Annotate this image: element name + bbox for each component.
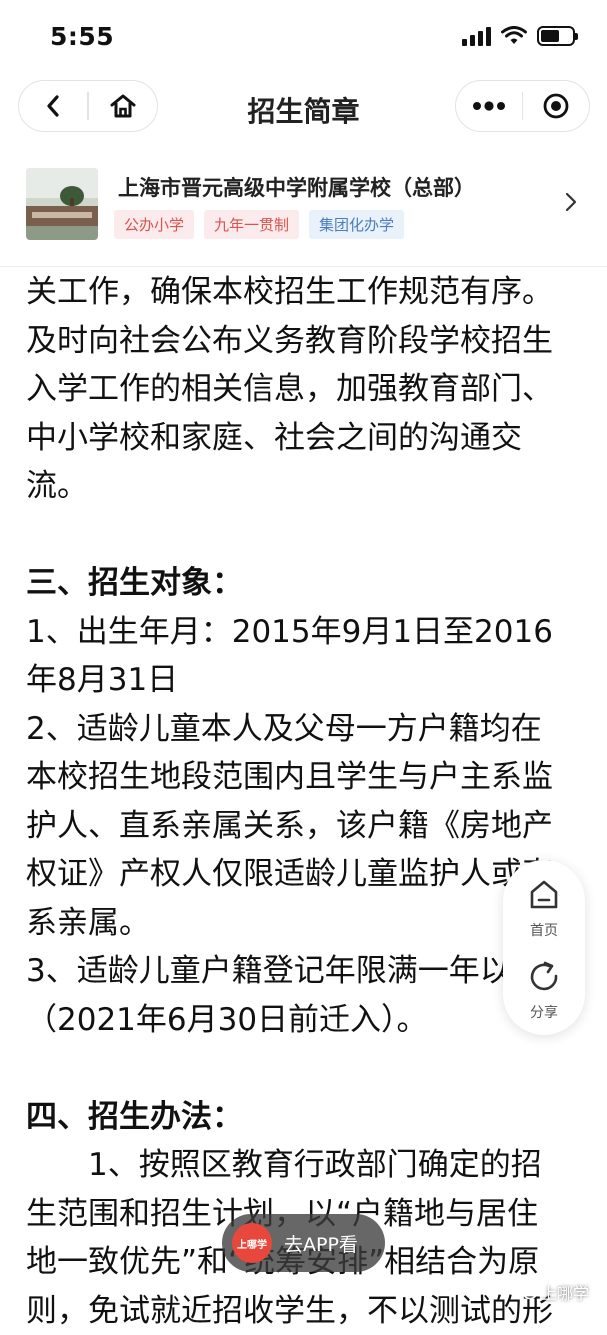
article-line: 中小学校和家庭、社会之间的沟通交 — [26, 414, 582, 463]
back-button[interactable] — [19, 81, 87, 131]
chevron-right-icon — [565, 192, 577, 212]
article-line: 入学工作的相关信息，加强教育部门、 — [26, 365, 582, 414]
float-home-label: 首页 — [503, 920, 585, 940]
floating-action-bar: 首页 分享 — [503, 860, 585, 1035]
target-circle-icon — [542, 92, 570, 120]
article-line: 流。 — [26, 462, 582, 511]
status-bar: 5:55 — [0, 0, 607, 78]
float-share-button[interactable]: 分享 — [503, 960, 585, 1022]
watermark: 上哪学 — [517, 1280, 589, 1304]
float-home-button[interactable]: 首页 — [503, 878, 585, 940]
article-line: 护人、直系亲属关系，该户籍《房地产 — [26, 802, 582, 851]
float-share-label: 分享 — [503, 1002, 585, 1022]
open-app-button[interactable]: 上哪学 去APP看 — [222, 1214, 385, 1272]
watermark-text: 上哪学 — [541, 1280, 589, 1304]
nav-right-capsule — [455, 80, 590, 132]
wifi-icon — [501, 26, 527, 46]
article-line: 本校招生地段范围内且学生与户主系监 — [26, 753, 582, 802]
nav-left-capsule — [18, 80, 158, 132]
home-icon — [109, 93, 137, 119]
chevron-left-icon — [45, 94, 61, 118]
article-line: 1、按照区教育行政部门确定的招 — [26, 1141, 582, 1190]
tag-group: 集团化办学 — [309, 210, 404, 239]
section-heading: 三、招生对象： — [26, 559, 582, 608]
article-line: 1、出生年月：2015年9月1日至2016 — [26, 608, 582, 657]
wechat-icon — [517, 1283, 537, 1301]
article-line: 系亲属。 — [26, 899, 582, 948]
more-dots-icon — [472, 101, 506, 111]
school-card[interactable]: 上海市晋元高级中学附属学校（总部） 公办小学 九年一贯制 集团化办学 — [0, 160, 607, 267]
share-icon — [527, 960, 561, 994]
article-line: 关工作，确保本校招生工作规范有序。 — [26, 268, 582, 317]
tag-system: 九年一贯制 — [204, 210, 299, 239]
article-line: 则，免试就近招收学生，不以测试的形 — [26, 1287, 582, 1335]
school-photo — [26, 168, 98, 240]
cellular-signal-icon — [462, 26, 491, 46]
section-heading: 四、招生办法： — [26, 1093, 582, 1142]
close-miniprogram-button[interactable] — [523, 81, 589, 131]
article-line: 年8月31日 — [26, 656, 582, 705]
battery-icon — [537, 26, 575, 46]
article-line: （2021年6月30日前迁入）。 — [26, 996, 582, 1045]
nav-bar: 招生简章 — [0, 80, 607, 136]
home-button[interactable] — [89, 81, 157, 131]
article-body: 关工作，确保本校招生工作规范有序。 及时向社会公布义务教育阶段学校招生 入学工作… — [26, 268, 582, 1335]
article-line: 2、适龄儿童本人及父母一方户籍均在 — [26, 705, 582, 754]
school-name: 上海市晋元高级中学附属学校（总部） — [118, 172, 475, 202]
tag-school-type: 公办小学 — [114, 210, 194, 239]
open-app-label: 去APP看 — [284, 1230, 358, 1257]
more-button[interactable] — [456, 81, 522, 131]
status-icons — [462, 26, 575, 46]
article-line: 3、适龄儿童户籍登记年限满一年以上 — [26, 947, 582, 996]
home-outline-icon — [527, 878, 561, 912]
status-time: 5:55 — [50, 22, 114, 51]
school-tags: 公办小学 九年一贯制 集团化办学 — [114, 210, 404, 239]
article-line: 及时向社会公布义务教育阶段学校招生 — [26, 317, 582, 366]
article-line: 权证》产权人仅限适龄儿童监护人或直 — [26, 850, 582, 899]
app-logo: 上哪学 — [232, 1223, 272, 1263]
